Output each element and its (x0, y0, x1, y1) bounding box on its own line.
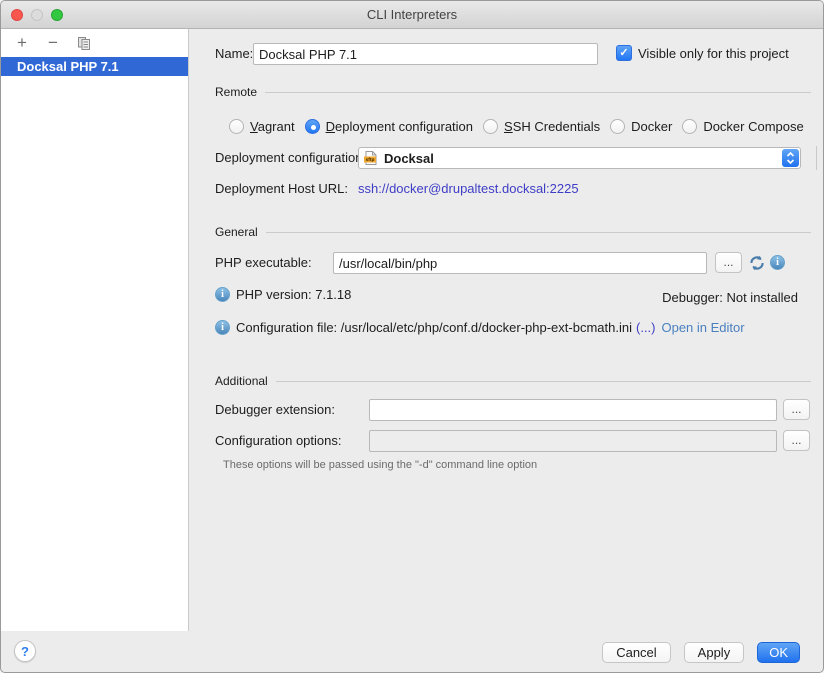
dialog-buttons: Cancel Apply OK (602, 642, 800, 663)
titlebar: CLI Interpreters (1, 1, 823, 29)
name-label: Name: (215, 46, 253, 61)
help-button[interactable]: ? (14, 640, 36, 662)
php-version-text: PHP version: 7.1.18 (236, 287, 351, 302)
remote-section-header: Remote (215, 85, 811, 99)
radio-deployment-configuration[interactable]: Deployment configuration (305, 119, 473, 134)
php-info-icon[interactable]: i (770, 255, 785, 270)
info-icon: i (215, 287, 230, 302)
interpreter-list-item[interactable]: Docksal PHP 7.1 (1, 57, 188, 76)
apply-button[interactable]: Apply (684, 642, 745, 663)
debugger-extension-input[interactable] (369, 399, 777, 421)
radio-circle[interactable] (610, 119, 625, 134)
configuration-options-label: Configuration options: (215, 433, 341, 448)
reload-php-info-icon[interactable] (748, 254, 766, 277)
configuration-options-input[interactable] (369, 430, 777, 452)
info-icon: i (215, 320, 230, 335)
deployment-configuration-label: Deployment configuration: (215, 150, 366, 165)
general-section-header: General (215, 225, 811, 239)
general-section-label: General (215, 225, 258, 239)
interpreter-list-panel: + − Docksal PHP 7.1 (1, 29, 189, 631)
radio-docker-compose[interactable]: Docker Compose (682, 119, 803, 134)
cut-off-browse-button-edge (816, 146, 817, 170)
copy-interpreter-icon[interactable] (75, 34, 93, 52)
radio-vagrant[interactable]: Vagrant (229, 119, 295, 134)
section-rule (276, 381, 811, 382)
interpreter-name: Docksal PHP 7.1 (17, 59, 119, 74)
deployment-host-url-label: Deployment Host URL: (215, 181, 348, 196)
add-interpreter-icon[interactable]: + (13, 34, 31, 52)
php-executable-label: PHP executable: (215, 255, 312, 270)
remote-type-radio-group: Vagrant Deployment configuration SSH Cre… (229, 117, 824, 135)
interpreter-settings-panel: Name: ✓ Visible only for this project Re… (190, 29, 824, 673)
additional-section-label: Additional (215, 374, 268, 388)
remote-section-label: Remote (215, 85, 257, 99)
window-title: CLI Interpreters (1, 7, 823, 22)
deployment-host-url-link[interactable]: ssh://docker@drupaltest.docksal:2225 (358, 181, 579, 196)
configuration-options-note: These options will be passed using the "… (223, 459, 537, 471)
radio-ssh-credentials[interactable]: SSH Credentials (483, 119, 600, 134)
configuration-file-text: Configuration file: /usr/local/etc/php/c… (236, 320, 632, 335)
open-in-editor-link[interactable]: Open in Editor (661, 320, 744, 335)
deployment-configuration-select[interactable]: sftp Docksal (358, 147, 801, 169)
section-rule (266, 232, 811, 233)
additional-section-header: Additional (215, 374, 811, 388)
debugger-extension-browse-button[interactable]: ... (783, 399, 810, 420)
php-executable-browse-button[interactable]: ... (715, 252, 742, 273)
select-stepper-icon[interactable] (782, 149, 799, 167)
visible-only-checkbox[interactable]: ✓ (616, 45, 632, 61)
svg-text:sftp: sftp (366, 157, 375, 163)
php-executable-input[interactable] (333, 252, 707, 274)
remove-interpreter-icon[interactable]: − (44, 34, 62, 52)
configuration-options-browse-button[interactable]: ... (783, 430, 810, 451)
section-rule (265, 92, 811, 93)
radio-circle[interactable] (229, 119, 244, 134)
visible-only-label: Visible only for this project (638, 46, 789, 61)
cancel-button[interactable]: Cancel (602, 642, 670, 663)
configuration-file-expand-link[interactable]: (...) (636, 320, 656, 335)
sftp-file-icon: sftp (363, 150, 379, 166)
deployment-configuration-value: Docksal (384, 151, 434, 166)
cli-interpreters-dialog: CLI Interpreters + − Docksal PHP 7.1 N (0, 0, 824, 673)
debugger-status-text: Debugger: Not installed (662, 290, 798, 305)
list-toolbar: + − (1, 29, 188, 57)
radio-circle-selected[interactable] (305, 119, 320, 134)
radio-circle[interactable] (682, 119, 697, 134)
debugger-extension-label: Debugger extension: (215, 402, 335, 417)
radio-docker[interactable]: Docker (610, 119, 672, 134)
ok-button[interactable]: OK (757, 642, 800, 663)
name-input[interactable] (253, 43, 598, 65)
radio-circle[interactable] (483, 119, 498, 134)
